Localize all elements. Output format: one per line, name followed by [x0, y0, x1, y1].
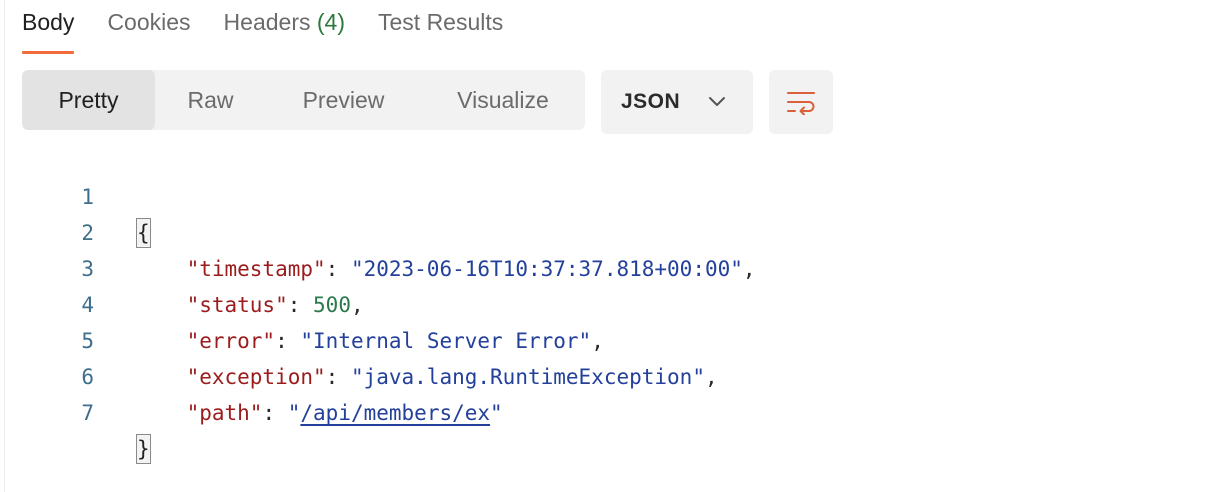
wrap-lines-icon [787, 92, 815, 115]
view-mode-selector: Pretty Raw Preview Visualize [22, 70, 585, 130]
view-mode-raw[interactable]: Raw [155, 70, 266, 130]
code-line: 1 { [0, 143, 151, 248]
tab-test-results-label: Test Results [378, 9, 504, 35]
response-tabs: Body Cookies Headers (4) Test Results [22, 0, 536, 56]
code-line: 4 "error": "Internal Server Error", [0, 251, 604, 353]
code-line: 5 "exception": "java.lang.RuntimeExcepti… [0, 287, 717, 389]
view-mode-visualize[interactable]: Visualize [421, 70, 585, 130]
view-mode-pretty[interactable]: Pretty [22, 70, 155, 130]
json-value: "Internal Server Error" [300, 329, 592, 353]
code-line: 2 "timestamp": "2023-06-16T10:37:37.818+… [0, 179, 755, 281]
json-key: "error" [186, 329, 276, 353]
format-dropdown[interactable]: JSON [601, 70, 753, 134]
tab-cookies[interactable]: Cookies [107, 0, 190, 54]
tab-cookies-label: Cookies [107, 9, 191, 35]
code-line: 7 } [0, 359, 151, 464]
path-link[interactable]: /api/members/ex [300, 401, 490, 425]
tab-headers-label: Headers [223, 9, 317, 35]
tab-body[interactable]: Body [22, 0, 75, 54]
json-value: "2023-06-16T10:37:37.818+00:00" [350, 257, 743, 281]
view-mode-preview[interactable]: Preview [266, 70, 421, 130]
json-key: "exception" [186, 365, 326, 389]
headers-count-badge: (4) [316, 9, 345, 35]
json-key: "timestamp" [186, 257, 326, 281]
json-value: "java.lang.RuntimeException" [350, 365, 705, 389]
wrap-lines-button[interactable] [769, 70, 833, 134]
chevron-down-icon [709, 97, 725, 106]
json-key: "path" [186, 401, 263, 425]
json-value: 500 [313, 293, 351, 317]
code-line: 6 "path": "/api/members/ex" [0, 323, 502, 425]
format-dropdown-label: JSON [621, 90, 681, 113]
close-brace-match: } [136, 434, 151, 464]
tab-test-results[interactable]: Test Results [378, 0, 503, 54]
line-number: 7 [81, 401, 94, 425]
code-line: 3 "status": 500, [0, 215, 363, 317]
tab-headers[interactable]: Headers (4) [224, 0, 345, 54]
open-brace-match: { [136, 218, 151, 248]
tab-body-label: Body [22, 9, 75, 35]
json-key: "status" [186, 293, 288, 317]
